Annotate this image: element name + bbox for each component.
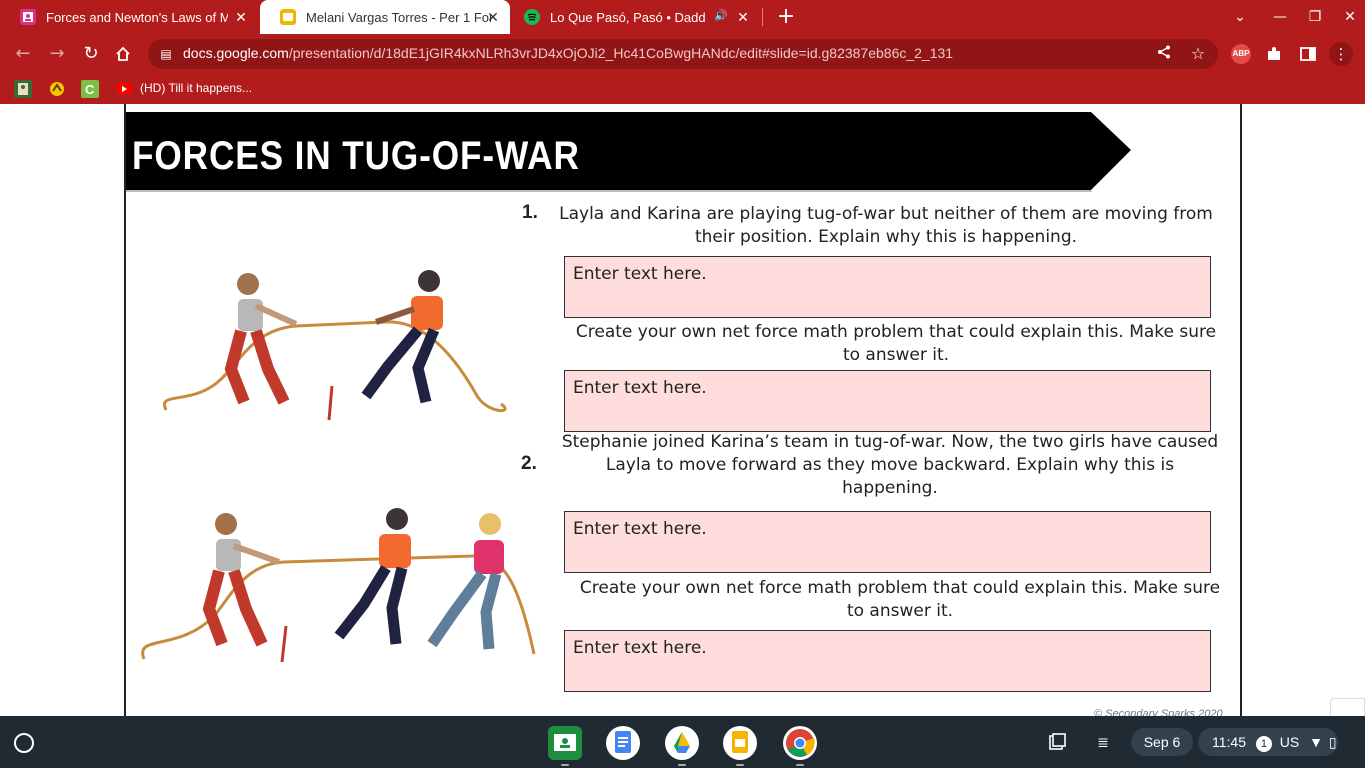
- new-tab-button[interactable]: +: [774, 4, 798, 30]
- close-tab-icon[interactable]: ✕: [734, 8, 752, 26]
- google-drive-icon[interactable]: [665, 726, 699, 766]
- question-2-number: 2.: [521, 453, 537, 474]
- audio-playing-icon[interactable]: 🔊: [714, 9, 728, 22]
- copyright-credit: © Secondary Sparks 2020: [1094, 708, 1223, 716]
- ime-indicator: US: [1279, 734, 1300, 750]
- wifi-icon: ▼: [1309, 734, 1323, 750]
- slides-pink-favicon-icon: [20, 9, 36, 25]
- q2-answer-textbox[interactable]: Enter text here.: [564, 511, 1211, 573]
- forward-arrow-icon[interactable]: →: [45, 42, 69, 66]
- close-tab-icon[interactable]: ✕: [232, 8, 250, 26]
- site-info-icon[interactable]: ▤: [156, 44, 176, 64]
- q1-answer-textbox[interactable]: Enter text here.: [564, 256, 1211, 318]
- tab-melani-vargas[interactable]: Melani Vargas Torres - Per 1 Forc ✕: [260, 0, 510, 34]
- bookmark-figure-icon[interactable]: [14, 80, 32, 98]
- bookmarks-bar: C (HD) Till it happens...: [0, 74, 1365, 104]
- tab-title: Melani Vargas Torres - Per 1 Forc: [306, 9, 491, 25]
- question-1-text: Layla and Karina are playing tug-of-war …: [559, 204, 1213, 247]
- svg-text:C: C: [85, 82, 95, 97]
- clipboard-icon[interactable]: [1044, 728, 1070, 756]
- url-domain: docs.google.com: [183, 45, 289, 61]
- textbox-placeholder: Enter text here.: [573, 638, 707, 658]
- close-tab-icon[interactable]: ✕: [484, 8, 502, 26]
- browser-toolbar: ← → ↻ ▤ docs.google.com/presentation/d/1…: [0, 34, 1365, 74]
- bookmark-star-icon[interactable]: ☆: [1188, 44, 1208, 64]
- launcher-button[interactable]: [14, 733, 34, 753]
- browser-menu-kebab-icon[interactable]: ⋮: [1329, 42, 1353, 66]
- extensions-puzzle-icon[interactable]: [1262, 42, 1286, 66]
- bookmark-till-it-happens[interactable]: (HD) Till it happens...: [140, 81, 252, 95]
- tab-title: Forces and Newton's Laws of Mo: [46, 9, 228, 25]
- back-arrow-icon[interactable]: ←: [11, 42, 35, 66]
- textbox-placeholder: Enter text here.: [573, 264, 707, 284]
- clock-time: 11:45: [1212, 734, 1246, 750]
- share-icon[interactable]: [1154, 44, 1174, 64]
- chromeos-shelf: ≣ Sep 6 11:45 1 US ▼ ▯: [0, 716, 1365, 768]
- question-1-followup: Create your own net force math problem t…: [575, 322, 1217, 365]
- q1-math-problem-textbox[interactable]: Enter text here.: [564, 370, 1211, 432]
- address-bar[interactable]: ▤ docs.google.com/presentation/d/18dE1jG…: [148, 39, 1218, 69]
- media-controls-icon[interactable]: ≣: [1090, 728, 1116, 756]
- title-banner: FORCES IN TUG-OF-WAR: [126, 112, 1136, 192]
- question-2-text: Stephanie joined Karina’s team in tug-of…: [561, 432, 1219, 498]
- google-docs-icon[interactable]: [606, 726, 640, 760]
- date-pill[interactable]: Sep 6: [1131, 728, 1193, 756]
- close-window-button[interactable]: ✕: [1338, 5, 1362, 29]
- tug-of-war-three-girls-illustration: [141, 508, 536, 663]
- url-text[interactable]: docs.google.com/presentation/d/18dE1jGIR…: [183, 45, 953, 61]
- tab-search-chevron-icon[interactable]: ⌄: [1228, 5, 1252, 29]
- question-1-number: 1.: [522, 202, 538, 223]
- tab-strip: Forces and Newton's Laws of Mo ✕ Melani …: [0, 0, 1365, 34]
- restore-button[interactable]: ❐: [1303, 5, 1327, 29]
- url-path: /presentation/d/18dE1jGIR4kxNLRh3vrJD4xO…: [288, 45, 954, 61]
- minimize-button[interactable]: —: [1268, 5, 1292, 29]
- chrome-icon[interactable]: [783, 726, 817, 766]
- textbox-placeholder: Enter text here.: [573, 519, 707, 539]
- q2-math-problem-textbox[interactable]: Enter text here.: [564, 630, 1211, 692]
- status-area[interactable]: 11:45 1 US ▼ ▯: [1198, 728, 1338, 756]
- slide: FORCES IN TUG-OF-WAR 1. Layla and Karina…: [124, 104, 1242, 716]
- battery-icon: ▯: [1328, 734, 1337, 750]
- tab-forces-newton[interactable]: Forces and Newton's Laws of Mo ✕: [0, 0, 258, 34]
- adblock-plus-icon[interactable]: ABP: [1231, 44, 1251, 64]
- tab-spotify[interactable]: Lo Que Pasó, Pasó • Daddy Y 🔊 ✕: [510, 0, 760, 34]
- reload-icon[interactable]: ↻: [79, 42, 103, 66]
- spotify-icon: [524, 9, 540, 25]
- notification-count: 1: [1255, 736, 1272, 752]
- slide-title: FORCES IN TUG-OF-WAR: [132, 134, 580, 178]
- question-2-followup: Create your own net force math problem t…: [579, 578, 1221, 621]
- bookmark-c-icon[interactable]: C: [81, 80, 99, 98]
- slides-canvas: FORCES IN TUG-OF-WAR 1. Layla and Karina…: [0, 104, 1365, 720]
- side-panel-icon[interactable]: [1296, 42, 1320, 66]
- textbox-placeholder: Enter text here.: [573, 378, 707, 398]
- tab-divider: [762, 8, 763, 26]
- home-icon[interactable]: [111, 42, 135, 66]
- youtube-icon: [116, 83, 132, 94]
- bookmark-character-icon[interactable]: [48, 80, 66, 98]
- slides-favicon-icon: [280, 9, 296, 25]
- google-slides-icon[interactable]: [723, 726, 757, 766]
- google-classroom-icon[interactable]: [548, 726, 582, 766]
- tug-of-war-two-girls-illustration: [163, 270, 507, 421]
- tab-title: Lo Que Pasó, Pasó • Daddy Y: [550, 9, 705, 25]
